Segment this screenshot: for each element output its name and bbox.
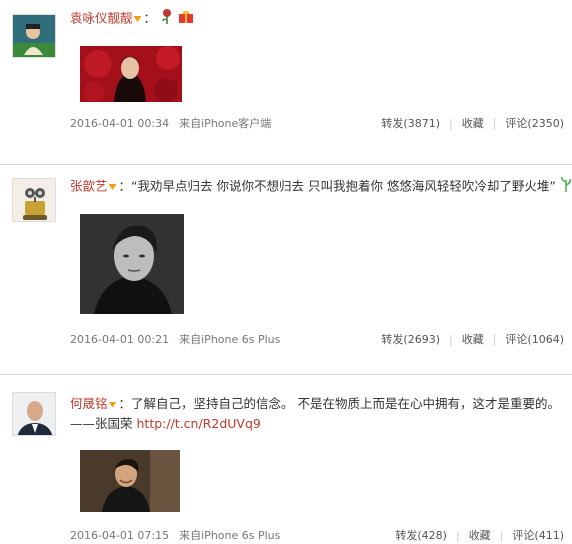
repost-button[interactable]: 转发(2693) xyxy=(381,333,440,346)
post-divider xyxy=(0,374,572,375)
verified-v-icon xyxy=(133,16,142,22)
separator: | xyxy=(448,117,453,130)
author-name[interactable]: 何晟铭 xyxy=(70,396,108,411)
post-actions: 转发(3871) | 收藏 | 评论(2350) xyxy=(381,116,564,132)
post-text: “我劝早点归去 你说你不想归去 只叫我抱着你 悠悠海风轻轻吹冷却了野火堆” xyxy=(131,178,556,194)
post-text-prefix: ： xyxy=(118,396,132,411)
repost-button[interactable]: 转发(428) xyxy=(395,529,447,542)
post-image[interactable] xyxy=(80,46,182,102)
avatar[interactable] xyxy=(12,392,56,436)
repost-button[interactable]: 转发(3871) xyxy=(381,117,440,130)
verified-v-icon xyxy=(108,401,117,408)
favorite-button[interactable]: 收藏 xyxy=(462,117,484,130)
post-time[interactable]: 2016-04-01 07:15 xyxy=(70,529,169,542)
post-source[interactable]: 来自iPhone客户端 xyxy=(179,117,271,130)
separator: | xyxy=(455,529,460,542)
post-actions: 转发(2693) | 收藏 | 评论(1064) xyxy=(381,332,564,348)
gift-emoji-icon xyxy=(178,8,194,30)
avatar[interactable] xyxy=(12,178,56,222)
post-1: 袁咏仪靓靓 ： 2016-04-01 00:34 来自iPhone客户端 转发(38… xyxy=(0,0,572,146)
post-image[interactable] xyxy=(80,214,184,314)
avatar[interactable] xyxy=(12,14,56,58)
separator: | xyxy=(448,333,453,346)
post-link[interactable]: http://t.cn/R2dUVq9 xyxy=(137,416,261,431)
post-divider xyxy=(0,164,572,165)
post-text-prefix: ： xyxy=(118,178,132,194)
plant-emoji-icon xyxy=(560,176,572,198)
post-quote-author: ——张国荣 xyxy=(70,416,133,431)
author-name[interactable]: 袁咏仪靓靓 xyxy=(70,11,133,26)
post-text: ： xyxy=(143,10,157,26)
author-name[interactable]: 张歆艺 xyxy=(70,179,108,194)
post-image[interactable] xyxy=(80,450,180,512)
favorite-button[interactable]: 收藏 xyxy=(469,529,491,542)
favorite-button[interactable]: 收藏 xyxy=(462,333,484,346)
post-text: 了解自己，坚持自己的信念。 不是在物质上而是在心中拥有，这才是重要的。 xyxy=(131,396,561,411)
post-source[interactable]: 来自iPhone 6s Plus xyxy=(179,333,280,346)
separator: | xyxy=(492,333,497,346)
verified-v-icon xyxy=(108,184,117,190)
post-actions: 转发(428) | 收藏 | 评论(411) xyxy=(395,528,564,544)
comment-button[interactable]: 评论(2350) xyxy=(505,117,564,130)
post-time[interactable]: 2016-04-01 00:21 xyxy=(70,333,169,346)
post-time[interactable]: 2016-04-01 00:34 xyxy=(70,117,169,130)
post-source[interactable]: 来自iPhone 6s Plus xyxy=(179,529,280,542)
separator: | xyxy=(492,117,497,130)
post-3: 何晟铭 ：了解自己，坚持自己的信念。 不是在物质上而是在心中拥有，这才是重要的。 … xyxy=(0,376,572,543)
comment-button[interactable]: 评论(411) xyxy=(512,529,564,542)
separator: | xyxy=(499,529,504,542)
post-2: 张歆艺 ：“我劝早点归去 你说你不想归去 只叫我抱着你 悠悠海风轻轻吹冷却了野火堆… xyxy=(0,166,572,356)
rose-emoji-icon xyxy=(160,8,174,30)
comment-button[interactable]: 评论(1064) xyxy=(505,333,564,346)
